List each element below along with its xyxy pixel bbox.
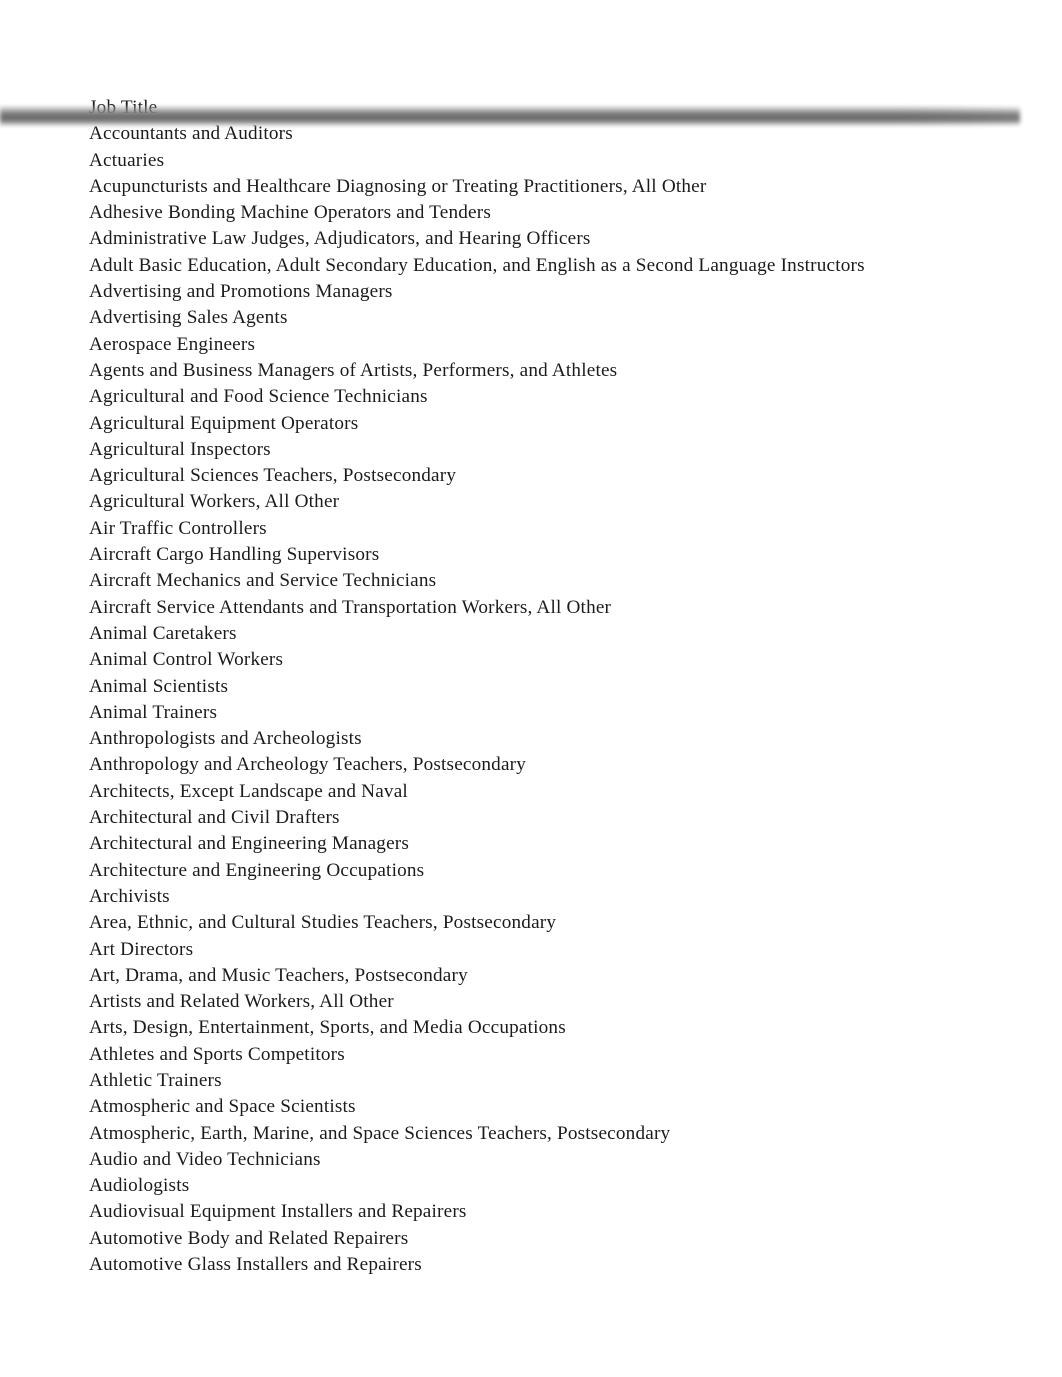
job-title-label: Architectural and Engineering Managers <box>89 833 410 855</box>
job-title-table: Job Title Accountants and Auditors Actuar… <box>0 0 1062 1278</box>
table-row[interactable]: Architectural and Engineering Managers <box>0 831 1062 857</box>
job-title-label: Archivists <box>89 885 170 907</box>
table-row[interactable]: Art, Drama, and Music Teachers, Postseco… <box>0 963 1062 989</box>
job-title-label: Audiologists <box>89 1175 190 1197</box>
table-row[interactable]: Acupuncturists and Healthcare Diagnosing… <box>0 174 1062 200</box>
job-title-label: Architecture and Engineering Occupations <box>89 859 425 881</box>
table-row[interactable]: Advertising and Promotions Managers <box>0 279 1062 305</box>
table-row[interactable]: Automotive Glass Installers and Repairer… <box>0 1252 1062 1278</box>
table-row[interactable]: Actuaries <box>0 148 1062 174</box>
job-title-label: Athletes and Sports Competitors <box>89 1043 345 1065</box>
job-title-label: Artists and Related Workers, All Other <box>89 991 394 1013</box>
job-title-label: Audiovisual Equipment Installers and Rep… <box>89 1201 467 1223</box>
table-row[interactable]: Anthropologists and Archeologists <box>0 726 1062 752</box>
table-row[interactable]: Area, Ethnic, and Cultural Studies Teach… <box>0 910 1062 936</box>
job-title-label: Art Directors <box>89 938 194 960</box>
job-title-label: Automotive Body and Related Repairers <box>89 1227 409 1249</box>
job-title-label: Anthropologists and Archeologists <box>89 728 362 750</box>
document-page: Job Title Accountants and Auditors Actuar… <box>0 0 1062 1377</box>
table-row[interactable]: Agents and Business Managers of Artists,… <box>0 358 1062 384</box>
job-title-label: Air Traffic Controllers <box>89 517 267 539</box>
table-row[interactable]: Atmospheric and Space Scientists <box>0 1094 1062 1120</box>
job-title-label: Arts, Design, Entertainment, Sports, and… <box>89 1017 566 1039</box>
job-title-label: Acupuncturists and Healthcare Diagnosing… <box>89 175 707 197</box>
table-row[interactable]: Air Traffic Controllers <box>0 516 1062 542</box>
job-title-label: Atmospheric and Space Scientists <box>89 1096 356 1118</box>
job-title-label: Area, Ethnic, and Cultural Studies Teach… <box>89 912 557 934</box>
column-header-label: Job Title <box>89 97 158 118</box>
job-title-label: Aircraft Cargo Handling Supervisors <box>89 544 380 566</box>
table-row[interactable]: Automotive Body and Related Repairers <box>0 1226 1062 1252</box>
job-title-label: Agents and Business Managers of Artists,… <box>89 359 618 381</box>
job-title-label: Agricultural Equipment Operators <box>89 412 359 434</box>
job-title-label: Advertising and Promotions Managers <box>89 281 393 303</box>
table-row[interactable]: Aircraft Cargo Handling Supervisors <box>0 542 1062 568</box>
job-title-label: Architectural and Civil Drafters <box>89 807 340 829</box>
job-title-label: Animal Trainers <box>89 701 218 723</box>
table-row[interactable]: Animal Caretakers <box>0 621 1062 647</box>
table-row[interactable]: Athletes and Sports Competitors <box>0 1042 1062 1068</box>
job-title-label: Adult Basic Education, Adult Secondary E… <box>89 254 865 276</box>
job-title-label: Audio and Video Technicians <box>89 1148 321 1170</box>
table-row[interactable]: Architecture and Engineering Occupations <box>0 858 1062 884</box>
job-title-label: Art, Drama, and Music Teachers, Postseco… <box>89 964 468 986</box>
table-row[interactable]: Adult Basic Education, Adult Secondary E… <box>0 253 1062 279</box>
table-row[interactable]: Agricultural Inspectors <box>0 437 1062 463</box>
job-title-label: Administrative Law Judges, Adjudicators,… <box>89 228 591 250</box>
job-title-label: Advertising Sales Agents <box>89 307 288 329</box>
job-title-label: Anthropology and Archeology Teachers, Po… <box>89 754 527 776</box>
table-row[interactable]: Art Directors <box>0 937 1062 963</box>
table-row[interactable]: Adhesive Bonding Machine Operators and T… <box>0 200 1062 226</box>
table-row[interactable]: Agricultural Workers, All Other <box>0 489 1062 515</box>
job-title-label: Automotive Glass Installers and Repairer… <box>89 1254 422 1276</box>
table-row[interactable]: Advertising Sales Agents <box>0 305 1062 331</box>
job-title-label: Aircraft Service Attendants and Transpor… <box>89 596 612 618</box>
table-row[interactable]: Aerospace Engineers <box>0 332 1062 358</box>
table-row[interactable]: Audiovisual Equipment Installers and Rep… <box>0 1199 1062 1225</box>
table-row[interactable]: Accountants and Auditors <box>0 121 1062 147</box>
table-row[interactable]: Audio and Video Technicians <box>0 1147 1062 1173</box>
job-title-label: Aircraft Mechanics and Service Technicia… <box>89 570 437 592</box>
table-row[interactable]: Agricultural Sciences Teachers, Postseco… <box>0 463 1062 489</box>
table-row[interactable]: Anthropology and Archeology Teachers, Po… <box>0 752 1062 778</box>
job-title-rows: Accountants and Auditors Actuaries Acupunc… <box>0 121 1062 1278</box>
job-title-label: Animal Control Workers <box>89 649 284 671</box>
column-header-job-title: Job Title <box>0 95 1062 121</box>
table-row[interactable]: Atmospheric, Earth, Marine, and Space Sc… <box>0 1121 1062 1147</box>
job-title-label: Accountants and Auditors <box>89 123 293 145</box>
table-row[interactable]: Architectural and Civil Drafters <box>0 805 1062 831</box>
job-title-label: Agricultural Workers, All Other <box>89 491 340 513</box>
job-title-label: Architects, Except Landscape and Naval <box>89 780 408 802</box>
job-title-label: Animal Caretakers <box>89 622 237 644</box>
job-title-label: Agricultural Inspectors <box>89 438 271 460</box>
job-title-label: Animal Scientists <box>89 675 229 697</box>
table-row[interactable]: Agricultural and Food Science Technician… <box>0 384 1062 410</box>
table-row[interactable]: Agricultural Equipment Operators <box>0 411 1062 437</box>
table-row[interactable]: Audiologists <box>0 1173 1062 1199</box>
table-row[interactable]: Animal Control Workers <box>0 647 1062 673</box>
job-title-label: Athletic Trainers <box>89 1069 222 1091</box>
table-row[interactable]: Aircraft Mechanics and Service Technicia… <box>0 568 1062 594</box>
job-title-label: Agricultural and Food Science Technician… <box>89 386 428 408</box>
table-row[interactable]: Animal Trainers <box>0 700 1062 726</box>
table-row[interactable]: Archivists <box>0 884 1062 910</box>
table-row[interactable]: Aircraft Service Attendants and Transpor… <box>0 595 1062 621</box>
job-title-label: Adhesive Bonding Machine Operators and T… <box>89 202 491 224</box>
job-title-label: Actuaries <box>89 149 165 171</box>
table-row[interactable]: Artists and Related Workers, All Other <box>0 989 1062 1015</box>
table-row[interactable]: Architects, Except Landscape and Naval <box>0 779 1062 805</box>
table-row[interactable]: Arts, Design, Entertainment, Sports, and… <box>0 1015 1062 1041</box>
table-row[interactable]: Animal Scientists <box>0 674 1062 700</box>
job-title-label: Agricultural Sciences Teachers, Postseco… <box>89 465 457 487</box>
job-title-label: Aerospace Engineers <box>89 333 256 355</box>
table-row[interactable]: Athletic Trainers <box>0 1068 1062 1094</box>
job-title-label: Atmospheric, Earth, Marine, and Space Sc… <box>89 1122 671 1144</box>
table-row[interactable]: Administrative Law Judges, Adjudicators,… <box>0 226 1062 252</box>
